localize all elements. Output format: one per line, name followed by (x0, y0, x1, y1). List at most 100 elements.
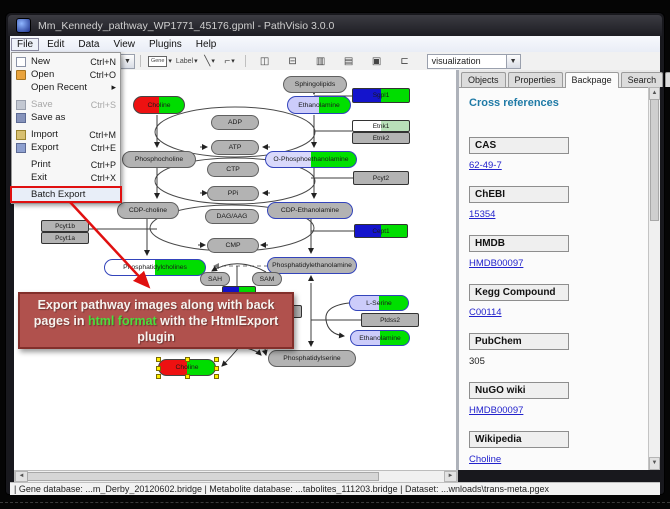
pathway-node-choline[interactable]: Choline (133, 96, 185, 114)
app-icon (16, 18, 31, 33)
file-menu-item-batch-export[interactable]: Batch Export (12, 188, 120, 201)
scroll-down-arrow-icon[interactable]: ▼ (649, 457, 660, 470)
chevron-down-icon[interactable]: ▾ (211, 57, 215, 65)
tab-objects[interactable]: Objects (461, 72, 506, 87)
chevron-down-icon[interactable]: ▾ (168, 57, 172, 65)
pathway-node-sgpl1[interactable]: Sgpl1 (352, 88, 410, 103)
line-tool-button[interactable]: ╲▾ (202, 54, 218, 68)
selection-handle[interactable] (156, 357, 161, 362)
pathway-node-label: Choline (175, 364, 198, 371)
file-menu-item-save-as[interactable]: Save as (12, 111, 120, 124)
pathway-node-atp[interactable]: ATP (211, 140, 259, 155)
sidebar-tabs: ObjectsPropertiesBackpageSearchLegend (459, 70, 660, 88)
file-menu-item-label: Batch Export (31, 189, 110, 200)
title-bar[interactable]: Mm_Kennedy_pathway_WP1771_45176.gpml - P… (8, 15, 662, 36)
scroll-right-arrow-icon[interactable]: ► (444, 471, 457, 482)
file-menu-item-new[interactable]: NewCtrl+N (12, 55, 120, 68)
pathway-node-pcyt1b[interactable]: Pcyt1b (41, 220, 89, 232)
pathway-node-ethanolamine[interactable]: Ethanolamine (350, 330, 410, 346)
file-menu-item-label: New (31, 56, 84, 67)
pathway-node-ctp[interactable]: CTP (207, 162, 259, 177)
scrollbar-thumb[interactable] (27, 472, 379, 481)
selection-handle[interactable] (156, 374, 161, 379)
file-menu-item-print[interactable]: PrintCtrl+P (12, 158, 120, 171)
pathway-node-cmp[interactable]: CMP (207, 238, 259, 253)
menu-data[interactable]: Data (72, 38, 105, 51)
pathway-node-cept1[interactable]: Cept1 (354, 224, 408, 238)
tab-properties[interactable]: Properties (508, 72, 563, 87)
pathway-node-ppi[interactable]: PPi (207, 186, 259, 201)
selection-handle[interactable] (214, 366, 219, 371)
chevron-down-icon[interactable]: ▾ (231, 57, 235, 65)
menu-view[interactable]: View (107, 38, 141, 51)
stack-vertical-button[interactable]: ▤ (341, 54, 357, 68)
file-menu-item-open-recent[interactable]: Open Recent▸ (12, 81, 120, 94)
sidebar-vertical-scrollbar[interactable]: ▲ ▼ (648, 87, 660, 470)
pathway-node-etnk1[interactable]: Etnk1 (352, 120, 410, 132)
pathway-node-sphingolipids[interactable]: Sphingolipids (283, 76, 347, 93)
menu-edit[interactable]: Edit (41, 38, 70, 51)
xref-link[interactable]: HMDB00097 (469, 258, 649, 269)
xref-section-kegg-compound: Kegg CompoundC00114 (469, 282, 649, 318)
pathway-node-phosphocholine[interactable]: Phosphocholine (122, 151, 196, 168)
xref-link[interactable]: 62-49-7 (469, 160, 649, 171)
pathway-node-label: CMP (225, 242, 240, 249)
pathway-node-sam[interactable]: SAM (252, 272, 282, 286)
visualization-combobox[interactable]: visualization ▼ (427, 54, 521, 69)
menu-file[interactable]: File (11, 38, 39, 51)
common-height-button[interactable]: ⊏ (397, 54, 413, 68)
xref-link[interactable]: C00114 (469, 307, 649, 318)
pathway-node-label: Etnk1 (373, 123, 390, 130)
align-center-x-button[interactable]: ◫ (257, 54, 273, 68)
stack-horizontal-button[interactable]: ▥ (313, 54, 329, 68)
pathway-node-phosphatidylethanolamine[interactable]: Phosphatidylethanolamine (267, 257, 357, 274)
chevron-down-icon[interactable]: ▼ (120, 55, 134, 68)
gene-tool-button[interactable]: Gene▾ (148, 54, 172, 68)
pathway-node-choline[interactable]: Choline (158, 359, 216, 376)
selection-handle[interactable] (185, 374, 190, 379)
selection-handle[interactable] (156, 366, 161, 371)
pathway-node-sah[interactable]: SAH (200, 272, 230, 286)
chevron-down-icon[interactable]: ▾ (194, 57, 198, 65)
file-menu-item-save[interactable]: SaveCtrl+S (12, 98, 120, 111)
file-menu-item-open[interactable]: OpenCtrl+O (12, 68, 120, 81)
xref-link[interactable]: 15354 (469, 209, 649, 220)
selection-handle[interactable] (214, 357, 219, 362)
menu-help[interactable]: Help (190, 38, 223, 51)
tab-legend[interactable]: Legend (665, 72, 670, 87)
chevron-down-icon[interactable]: ▼ (506, 55, 520, 68)
pathway-node-ethanolamine[interactable]: Ethanolamine (287, 96, 351, 114)
align-center-y-button[interactable]: ⊟ (285, 54, 301, 68)
pathway-node-adp[interactable]: ADP (211, 115, 259, 130)
selection-handle[interactable] (214, 374, 219, 379)
file-menu-item-export[interactable]: ExportCtrl+E (12, 141, 120, 154)
pathway-node-l-serine[interactable]: L-Serine (349, 295, 409, 311)
pathway-node-o-phosphoethanolamine[interactable]: O-Phosphoethanolamine (265, 151, 357, 168)
pathway-node-dag-aag[interactable]: DAG/AAG (205, 209, 259, 224)
scrollbar-thumb[interactable] (650, 99, 659, 221)
pathway-node-ptdss2[interactable]: Ptdss2 (361, 313, 419, 327)
xref-link[interactable]: Choline (469, 454, 649, 465)
shortcut-label: Ctrl+P (91, 160, 116, 170)
pathway-node-pcyt2[interactable]: Pcyt2 (353, 171, 409, 185)
common-width-button[interactable]: ▣ (369, 54, 385, 68)
file-menu-item-import[interactable]: ImportCtrl+M (12, 128, 120, 141)
pathway-node-pcyt1a[interactable]: Pcyt1a (41, 232, 89, 244)
selection-handle[interactable] (185, 357, 190, 362)
pathway-node-cdp-ethanolamine[interactable]: CDP-Ethanolamine (267, 202, 353, 219)
menu-plugins[interactable]: Plugins (143, 38, 188, 51)
file-menu-popup: NewCtrl+NOpenCtrl+OOpen Recent▸ SaveCtrl+… (11, 52, 121, 204)
file-menu-item-exit[interactable]: ExitCtrl+X (12, 171, 120, 184)
pathway-node-label: Ptdss2 (380, 317, 400, 324)
pathway-node-cdp-choline[interactable]: CDP-choline (117, 202, 179, 219)
pathway-node-etnk2[interactable]: Etnk2 (352, 132, 410, 144)
label-tool-button[interactable]: Label▾ (176, 54, 198, 68)
open-icon (16, 70, 26, 80)
xref-link[interactable]: HMDB00097 (469, 405, 649, 416)
tab-backpage[interactable]: Backpage (565, 72, 619, 88)
connector-tool-button[interactable]: ⌐▾ (222, 54, 238, 68)
pathway-node-phosphatidylcholines[interactable]: Phosphatidylcholines (104, 259, 206, 276)
pathway-node-label: CDP-Ethanolamine (281, 207, 339, 214)
tab-search[interactable]: Search (621, 72, 664, 87)
pathway-node-phosphatidylserine[interactable]: Phosphatidylserine (268, 350, 356, 367)
